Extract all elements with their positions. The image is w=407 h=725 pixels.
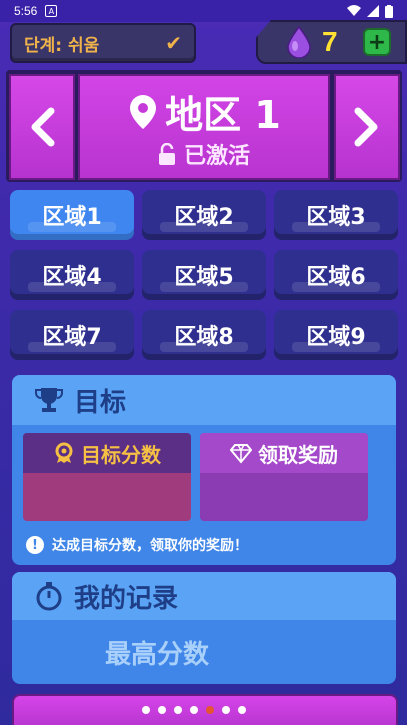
status-time: 5:56 [14, 4, 38, 18]
zone-button-4[interactable]: 区域4 [10, 250, 134, 300]
claim-reward-button[interactable]: 领取奖励 [200, 433, 368, 521]
diamond-icon [230, 444, 252, 464]
zone-label: 区域5 [174, 265, 234, 290]
claim-reward-header: 领取奖励 [200, 433, 368, 473]
record-header: 我的记录 [12, 572, 396, 620]
info-icon: ! [26, 536, 44, 554]
page-dot[interactable] [174, 706, 182, 714]
signal-icon [367, 5, 379, 17]
zone-label: 区域9 [306, 325, 366, 350]
region-title-row: 地区 1 [80, 84, 328, 139]
zone-label: 区域2 [174, 205, 234, 230]
check-icon: ✔ [165, 31, 182, 55]
goal-title: 目标 [74, 387, 127, 418]
goal-header: 目标 [12, 375, 396, 425]
region-status-label: 已激活 [183, 144, 250, 169]
claim-reward-label: 领取奖励 [258, 442, 338, 467]
zone-label: 区域4 [42, 265, 102, 290]
trophy-icon [35, 388, 63, 412]
page-dot[interactable] [222, 706, 230, 714]
zone-button-5[interactable]: 区域5 [142, 250, 266, 300]
region-panel: 地区 1 已激活 [78, 74, 330, 180]
goal-hint-text: 达成目标分数，领取你的奖励！ [52, 538, 248, 554]
goal-hint: ! 达成目标分数，领取你的奖励！ [26, 535, 248, 555]
zone-button-6[interactable]: 区域6 [274, 250, 398, 300]
add-currency-button[interactable]: + [363, 28, 391, 56]
zone-label: 区域7 [42, 325, 102, 350]
notification-icon: A [45, 5, 58, 17]
page-indicator [142, 706, 246, 714]
zone-button-3[interactable]: 区域3 [274, 190, 398, 240]
currency-value: 7 [322, 26, 338, 57]
prev-region-button[interactable] [9, 74, 75, 180]
goal-panel: 目标 目标分数 领取奖励 ! 达成目标分数，领取你的奖励！ [12, 375, 396, 565]
status-icons [347, 4, 393, 18]
target-score-header: 目标分数 [23, 433, 191, 473]
region-status: 已激活 [80, 138, 328, 170]
page-dot[interactable] [206, 706, 214, 714]
best-score-label: 最高分数 [104, 640, 209, 670]
zone-button-9[interactable]: 区域9 [274, 310, 398, 360]
medal-icon [55, 442, 73, 463]
target-score-card: 目标分数 [23, 433, 191, 521]
page-dot[interactable] [142, 706, 150, 714]
zone-button-2[interactable]: 区域2 [142, 190, 266, 240]
page-dot[interactable] [158, 706, 166, 714]
status-bar: 5:56 A [0, 0, 407, 22]
stopwatch-icon [36, 582, 62, 611]
wifi-icon [347, 5, 361, 16]
next-region-button[interactable] [334, 74, 400, 180]
difficulty-selector[interactable]: 단계: 쉬움 ✔ [10, 23, 196, 63]
zone-label: 区域1 [42, 205, 102, 230]
zone-label: 区域8 [174, 325, 234, 350]
zone-label: 区域3 [306, 205, 366, 230]
chevron-left-icon [31, 107, 55, 147]
location-pin-icon [130, 94, 157, 129]
difficulty-label: 단계: 쉬움 [24, 35, 100, 56]
zone-button-1[interactable]: 区域1 [10, 190, 134, 240]
zone-label: 区域6 [306, 265, 366, 290]
chevron-right-icon [354, 107, 378, 147]
page-dot[interactable] [238, 706, 246, 714]
record-panel: 我的记录 最高分数 [12, 572, 396, 684]
drop-icon [287, 26, 311, 58]
battery-icon [385, 4, 393, 18]
zone-button-8[interactable]: 区域8 [142, 310, 266, 360]
page-dot[interactable] [190, 706, 198, 714]
zone-button-7[interactable]: 区域7 [10, 310, 134, 360]
target-score-label: 目标分数 [81, 442, 161, 467]
currency-display: 7 + [256, 20, 407, 64]
region-title: 地区 1 [165, 93, 281, 137]
unlock-icon [158, 143, 175, 165]
record-title: 我的记录 [74, 583, 179, 614]
